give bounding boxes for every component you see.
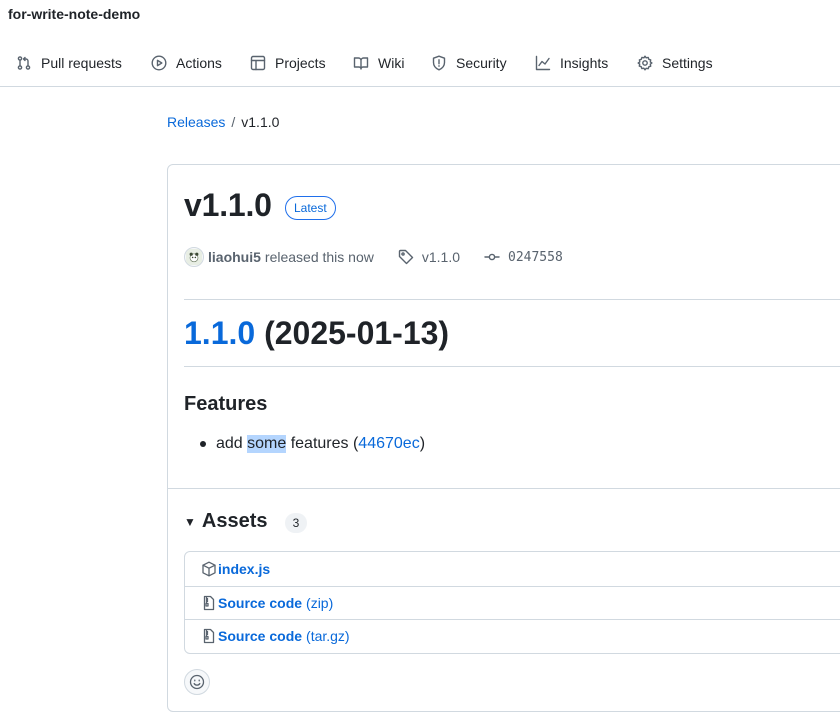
assets-heading: Assets bbox=[201, 510, 268, 532]
asset-format: (zip) bbox=[306, 594, 334, 611]
breadcrumb: Releases / v1.1.0 bbox=[167, 114, 279, 130]
tab-insights[interactable]: Insights bbox=[535, 40, 608, 86]
release-author-link[interactable]: liaohui5 bbox=[208, 249, 261, 265]
release-commit-link[interactable]: 0247558 bbox=[508, 250, 563, 265]
table-icon bbox=[250, 55, 266, 71]
gear-icon bbox=[637, 55, 653, 71]
released-text: released this now bbox=[264, 249, 374, 265]
tab-pull-requests[interactable]: Pull requests bbox=[16, 40, 122, 86]
smiley-icon bbox=[189, 674, 205, 690]
bullet bbox=[200, 441, 206, 447]
avatar[interactable] bbox=[184, 247, 204, 267]
tab-label: Actions bbox=[176, 55, 222, 71]
tab-security[interactable]: Security bbox=[431, 40, 507, 86]
file-zip-icon bbox=[203, 629, 215, 644]
git-commit-icon bbox=[484, 253, 500, 261]
tab-projects[interactable]: Projects bbox=[250, 40, 326, 86]
book-icon bbox=[353, 57, 369, 70]
file-zip-icon bbox=[203, 595, 215, 610]
tab-label: Insights bbox=[560, 55, 609, 71]
asset-row: index.js bbox=[185, 552, 840, 586]
assets-toggle[interactable]: ▼ Assets bbox=[184, 510, 268, 533]
divider bbox=[168, 488, 840, 489]
tab-label: Wiki bbox=[378, 55, 405, 71]
asset-link[interactable]: Source code (tar.gz) bbox=[218, 628, 350, 644]
shield-icon bbox=[432, 55, 446, 71]
version-compare-link[interactable]: 1.1.0 bbox=[184, 315, 255, 351]
feature-text-middle: features ( bbox=[286, 435, 359, 452]
asset-row: Source code (tar.gz) bbox=[185, 619, 840, 653]
asset-link[interactable]: index.js bbox=[218, 561, 270, 577]
breadcrumb-separator: / bbox=[231, 114, 236, 130]
repo-nav: Pull requests Actions Projects Wiki Secu… bbox=[0, 40, 840, 87]
play-icon bbox=[151, 55, 167, 71]
asset-format: (tar.gz) bbox=[306, 628, 350, 645]
tab-label: Security bbox=[456, 55, 507, 71]
divider bbox=[184, 299, 840, 300]
release-date: (2025-01-13) bbox=[264, 315, 450, 351]
package-icon bbox=[202, 561, 216, 577]
breadcrumb-current: v1.1.0 bbox=[241, 114, 280, 130]
features-heading: Features bbox=[184, 393, 268, 415]
triangle-down-icon: ▼ bbox=[184, 514, 196, 529]
tab-label: Projects bbox=[275, 55, 326, 71]
latest-badge: Latest bbox=[285, 196, 336, 220]
feature-commit-link[interactable]: 44670ec bbox=[358, 435, 419, 453]
git-pull-request-icon bbox=[17, 56, 31, 70]
tag-icon bbox=[398, 249, 414, 265]
feature-text-prefix: add bbox=[216, 435, 248, 452]
release-title[interactable]: v1.1.0 bbox=[184, 187, 272, 224]
avatar-image-icon bbox=[186, 249, 202, 265]
asset-link-label: Source code bbox=[218, 628, 303, 645]
asset-link-label: Source code bbox=[218, 594, 303, 611]
tab-wiki[interactable]: Wiki bbox=[353, 40, 404, 86]
release-meta: liaohui5 released this now v1.1.0 024755… bbox=[184, 245, 563, 269]
tab-label: Settings bbox=[662, 55, 713, 71]
breadcrumb-releases-link[interactable]: Releases bbox=[167, 114, 225, 130]
assets-list: index.js Source code (zip) Source code (ta… bbox=[184, 551, 840, 654]
tab-actions[interactable]: Actions bbox=[151, 40, 222, 86]
changelog-heading: 1.1.0 (2025-01-13) bbox=[184, 315, 449, 352]
selected-text: some bbox=[247, 435, 287, 453]
asset-link[interactable]: Source code (zip) bbox=[218, 595, 333, 611]
release-tag-link[interactable]: v1.1.0 bbox=[422, 249, 460, 265]
divider bbox=[184, 366, 840, 367]
graph-icon bbox=[535, 55, 551, 71]
assets-count-badge: 3 bbox=[285, 513, 307, 533]
feature-text-suffix: ) bbox=[419, 435, 426, 452]
repo-name[interactable]: for-write-note-demo bbox=[8, 6, 140, 22]
release-card: v1.1.0 Latest liaohui5 released this now… bbox=[167, 164, 840, 712]
add-reaction-button[interactable] bbox=[184, 669, 210, 695]
tab-settings[interactable]: Settings bbox=[637, 40, 713, 86]
list-item: add some features ( 44670ec ) bbox=[200, 435, 425, 453]
asset-row: Source code (zip) bbox=[185, 585, 840, 620]
tab-label: Pull requests bbox=[41, 55, 122, 71]
